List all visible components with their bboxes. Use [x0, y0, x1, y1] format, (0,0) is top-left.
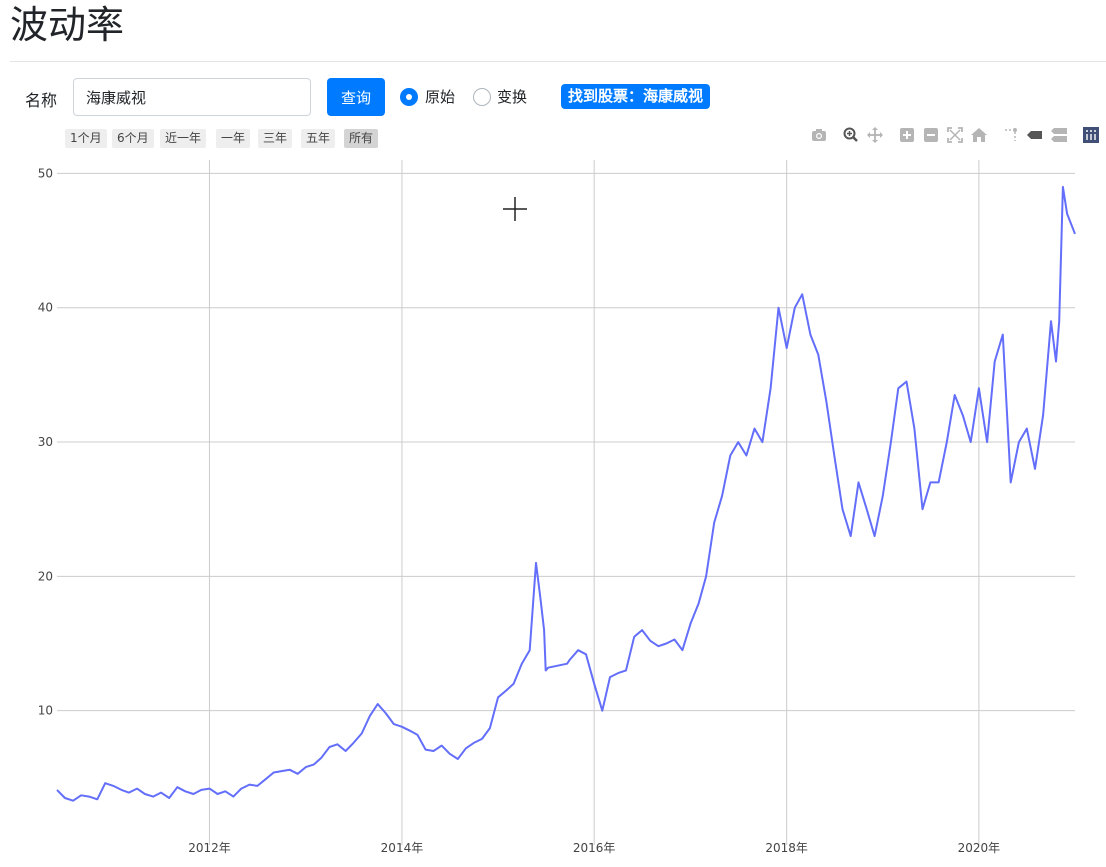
y-tick-label: 40 [38, 301, 53, 315]
x-tick-label: 2016年 [573, 841, 616, 855]
x-tick-label: 2018年 [765, 841, 808, 855]
volatility-chart[interactable]: 10 20 30 40 50 2012年 2014年 2016年 2018年 2020年 [0, 0, 1106, 867]
x-tick-label: 2014年 [381, 841, 424, 855]
y-tick-label: 50 [38, 166, 53, 180]
x-tick-label: 2012年 [188, 841, 231, 855]
y-tick-label: 10 [38, 704, 53, 718]
y-tick-label: 20 [38, 569, 53, 583]
x-tick-label: 2020年 [958, 841, 1001, 855]
y-tick-label: 30 [38, 435, 53, 449]
